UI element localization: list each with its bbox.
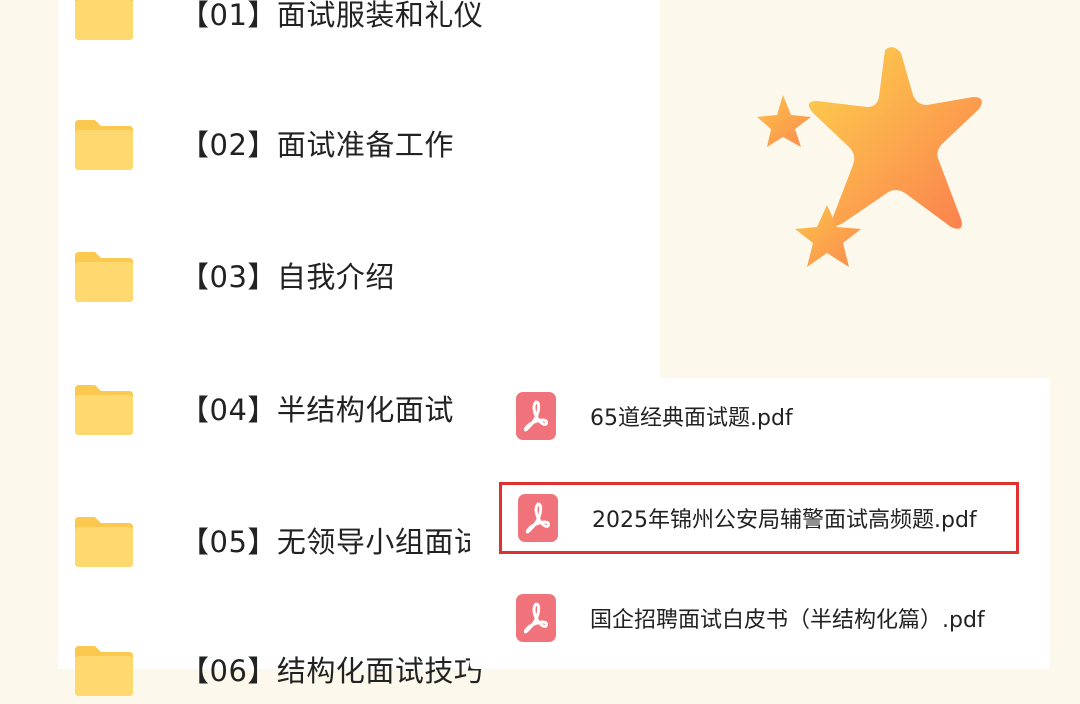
file-item-1[interactable]: 65道经典面试题.pdf — [500, 384, 1020, 448]
folder-label: 【04】半结构化面试 — [180, 393, 454, 427]
folder-icon — [75, 385, 133, 435]
file-item-3[interactable]: 国企招聘面试白皮书（半结构化篇）.pdf — [500, 586, 1020, 650]
file-label: 2025年锦州公安局辅警面试高频题.pdf — [592, 508, 977, 533]
folder-icon — [75, 252, 133, 302]
folder-label: 【01】面试服装和礼仪 — [180, 0, 484, 32]
folder-item-03[interactable]: 【03】自我介绍 — [58, 240, 658, 310]
file-item-2-highlighted[interactable]: 2025年锦州公安局辅警面试高频题.pdf — [499, 482, 1019, 554]
folder-icon — [75, 0, 133, 40]
sparkle-stars-icon — [757, 47, 982, 267]
file-label: 65道经典面试题.pdf — [590, 406, 793, 431]
pdf-icon — [518, 494, 558, 542]
folder-icon — [75, 517, 133, 567]
folder-icon — [75, 120, 133, 170]
folder-icon — [75, 646, 133, 696]
folder-label: 【02】面试准备工作 — [180, 128, 454, 162]
folder-label: 【05】无领导小组面试 — [180, 525, 484, 559]
folder-label: 【03】自我介绍 — [180, 260, 395, 294]
file-list: 65道经典面试题.pdf 2025年锦州公安局辅警面试高频题.pdf 国企招聘面… — [470, 378, 1050, 669]
folder-label: 【06】结构化面试技巧 — [180, 654, 484, 688]
folder-item-01[interactable]: 【01】面试服装和礼仪 — [58, 0, 658, 48]
pdf-icon — [516, 392, 556, 440]
file-label: 国企招聘面试白皮书（半结构化篇）.pdf — [590, 608, 985, 633]
pdf-icon — [516, 594, 556, 642]
folder-item-02[interactable]: 【02】面试准备工作 — [58, 108, 658, 178]
